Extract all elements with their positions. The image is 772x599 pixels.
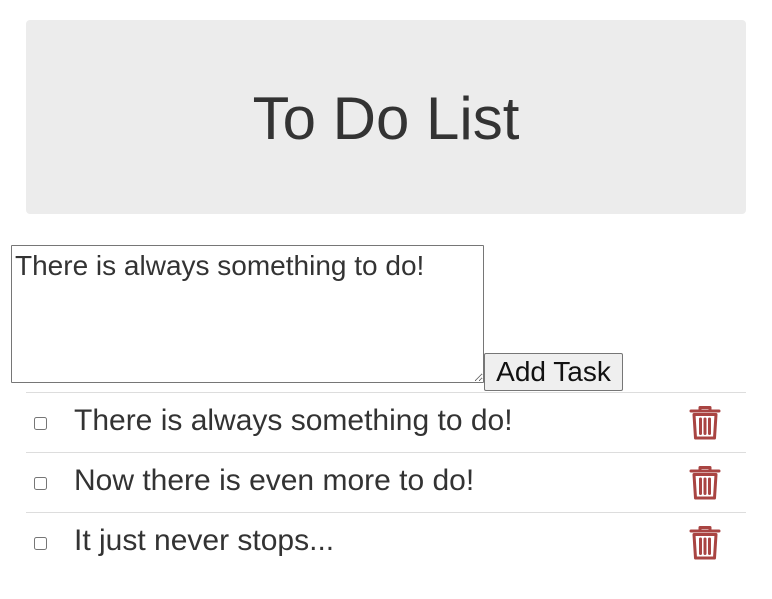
page-title: To Do List	[252, 85, 520, 152]
task-checkbox[interactable]	[34, 417, 47, 430]
task-input[interactable]	[11, 245, 484, 383]
trash-icon[interactable]	[688, 525, 722, 561]
task-list: There is always something to do! Now the…	[26, 392, 746, 572]
task-item: Now there is even more to do!	[26, 452, 746, 512]
task-text: There is always something to do!	[74, 404, 513, 437]
task-text: It just never stops...	[74, 524, 335, 557]
task-item: It just never stops...	[26, 512, 746, 572]
task-item: There is always something to do!	[26, 392, 746, 452]
header-banner: To Do List	[26, 20, 746, 214]
task-checkbox[interactable]	[34, 477, 47, 490]
task-checkbox[interactable]	[34, 537, 47, 550]
trash-icon[interactable]	[688, 465, 722, 501]
task-text: Now there is even more to do!	[74, 464, 475, 497]
trash-icon[interactable]	[688, 405, 722, 441]
add-task-button[interactable]: Add Task	[484, 353, 623, 391]
